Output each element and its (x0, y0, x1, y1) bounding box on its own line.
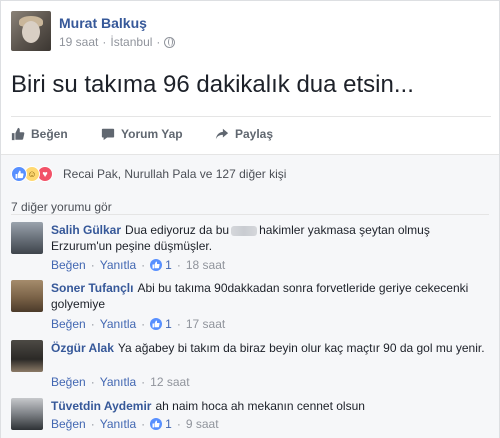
commenter-name[interactable]: Özgür Alak (51, 341, 114, 355)
comment-body: Tüvetdin Aydemir ah naim hoca ah mekanın … (51, 398, 491, 414)
commenter-avatar[interactable] (11, 222, 43, 254)
comment-reply-link[interactable]: Yanıtla (100, 375, 136, 389)
comment-button-label: Yorum Yap (121, 127, 183, 141)
post-location[interactable]: İstanbul (110, 35, 152, 49)
comments-area: 7 diğer yorumu gör Salih Gülkar Dua ediyo… (1, 192, 499, 438)
comment-body: Salih Gülkar Dua ediyoruz da bu hakimler y… (51, 222, 491, 254)
comment-footer: Beğen · Yanıtla · 1 · 18 saat (51, 258, 226, 272)
post-text: Biri su takıma 96 dakikalık dua etsin... (11, 71, 414, 98)
post-meta: 19 saat · İstanbul · (59, 35, 176, 49)
share-button[interactable]: Paylaş (215, 123, 273, 145)
comment-like-count[interactable]: 1 (150, 317, 172, 331)
meta-separator: · (102, 35, 107, 49)
like-icon (150, 418, 163, 430)
post-actions: Beğen Yorum Yap Paylaş (11, 123, 491, 145)
commenter-name[interactable]: Soner Tufançlı (51, 281, 133, 295)
like-button-label: Beğen (31, 127, 68, 141)
reaction-icons[interactable]: ☺ ♥ (11, 166, 53, 182)
comment-icon (101, 128, 115, 141)
view-more-comments-link[interactable]: 7 diğer yorumu gör (11, 200, 112, 214)
comment-time[interactable]: 12 saat (150, 375, 189, 389)
share-button-label: Paylaş (235, 127, 274, 141)
comment-like-count[interactable]: 1 (150, 417, 172, 431)
comment-like-count[interactable]: 1 (150, 258, 172, 272)
comment-button[interactable]: Yorum Yap (101, 123, 215, 145)
commenter-avatar[interactable] (11, 340, 43, 372)
comment-like-link[interactable]: Beğen (51, 317, 86, 331)
commenter-name[interactable]: Salih Gülkar (51, 223, 121, 237)
comment-like-link[interactable]: Beğen (51, 375, 86, 389)
comment-reply-link[interactable]: Yanıtla (100, 258, 136, 272)
post-card: Murat Balkuş 19 saat · İstanbul · Biri s… (0, 0, 500, 438)
globe-icon[interactable] (164, 36, 176, 48)
meta-separator-2: · (156, 35, 161, 49)
like-icon (150, 259, 163, 271)
commenter-avatar[interactable] (11, 280, 43, 312)
like-icon (11, 166, 27, 182)
comment-footer: Beğen · Yanıtla · 12 saat (51, 375, 190, 389)
redacted-word (231, 225, 258, 236)
comment-body: Soner Tufançlı Abi bu takıma 90dakkadan s… (51, 280, 491, 312)
comment-time[interactable]: 9 saat (186, 417, 219, 431)
comment-like-link[interactable]: Beğen (51, 417, 86, 431)
comment-footer: Beğen · Yanıtla · 1 · 17 saat (51, 317, 226, 331)
comments-divider (11, 214, 489, 215)
reaction-summary[interactable]: Recai Pak, Nurullah Pala ve 127 diğer ki… (63, 167, 286, 181)
like-button[interactable]: Beğen (11, 123, 101, 145)
commenter-name[interactable]: Tüvetdin Aydemir (51, 399, 151, 413)
thumbs-up-icon (11, 127, 25, 141)
post-header: Murat Balkuş 19 saat · İstanbul · (11, 11, 491, 55)
comment-text: ah naim hoca ah mekanın cennet olsun (155, 399, 365, 413)
comment-like-link[interactable]: Beğen (51, 258, 86, 272)
author-name[interactable]: Murat Balkuş (59, 15, 147, 31)
comment-reply-link[interactable]: Yanıtla (100, 317, 136, 331)
comment-text: Ya ağabey bi takım da biraz beyin olur k… (117, 341, 485, 355)
avatar-face-shape (22, 21, 40, 43)
comment-reply-link[interactable]: Yanıtla (100, 417, 136, 431)
divider (11, 116, 491, 117)
like-icon (150, 318, 163, 330)
commenter-avatar[interactable] (11, 398, 43, 430)
comment-text-part1: Dua ediyoruz da bu (125, 223, 230, 237)
reactions-bar: ☺ ♥ Recai Pak, Nurullah Pala ve 127 diğe… (1, 154, 499, 192)
author-avatar[interactable] (11, 11, 51, 51)
comment-time[interactable]: 18 saat (186, 258, 225, 272)
share-icon (215, 128, 229, 140)
post-time[interactable]: 19 saat (59, 35, 98, 49)
comment-time[interactable]: 17 saat (186, 317, 225, 331)
comment-footer: Beğen · Yanıtla · 1 · 9 saat (51, 417, 219, 431)
comment-body: Özgür Alak Ya ağabey bi takım da biraz be… (51, 340, 491, 356)
